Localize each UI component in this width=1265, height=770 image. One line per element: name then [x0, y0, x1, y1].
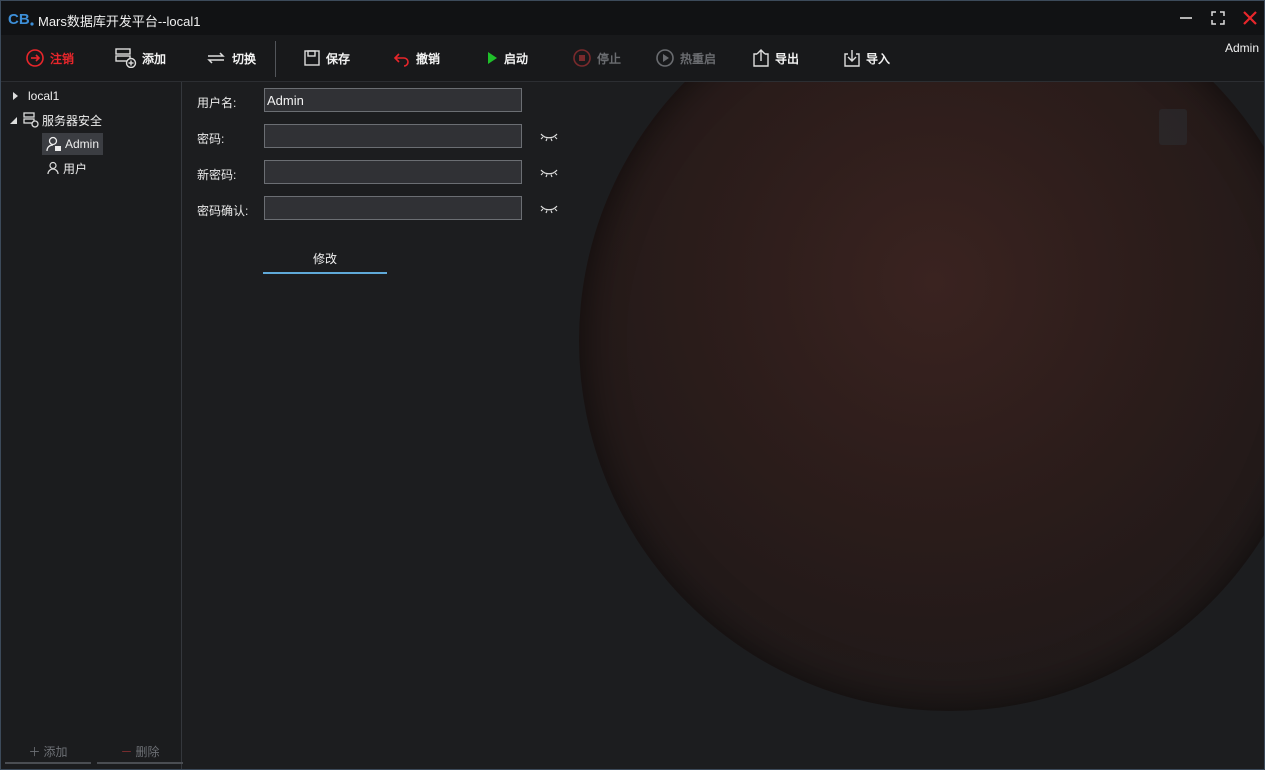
- desktop-ghost-icon: [1159, 109, 1187, 145]
- window-title: Mars数据库开发平台--local1: [38, 14, 201, 29]
- hot-restart-label: 热重启: [680, 51, 717, 66]
- export-button[interactable]: 导出: [752, 47, 799, 69]
- tree-add-label: 添加: [43, 744, 68, 759]
- tree-delete-button[interactable]: － 删除: [97, 740, 183, 764]
- modify-button[interactable]: 修改: [263, 244, 387, 274]
- user-icon: [47, 161, 59, 175]
- tree-group-server-security[interactable]: 服务器安全: [9, 109, 102, 131]
- svg-text:CB: CB: [8, 11, 30, 27]
- start-button[interactable]: 启动: [485, 47, 528, 69]
- save-icon: [304, 50, 320, 66]
- expand-arrow-icon: [13, 92, 18, 100]
- app-logo-icon: CB: [8, 11, 34, 27]
- revoke-button[interactable]: 撤销: [393, 47, 440, 69]
- stop-icon: [573, 49, 591, 67]
- admin-user-icon: [46, 136, 61, 152]
- username-input[interactable]: [264, 88, 522, 112]
- logout-button[interactable]: 注销: [25, 47, 74, 69]
- password-input[interactable]: [264, 124, 522, 148]
- add-button[interactable]: 添加: [115, 47, 166, 69]
- logout-label: 注销: [50, 51, 75, 66]
- tree-item-admin[interactable]: Admin: [42, 133, 104, 155]
- modify-label: 修改: [312, 251, 337, 266]
- switch-label: 切换: [232, 51, 257, 66]
- maximize-icon[interactable]: [1209, 9, 1227, 27]
- hide-confirm-password-icon[interactable]: [539, 202, 559, 216]
- server-security-icon: [23, 112, 39, 128]
- close-icon[interactable]: [1241, 9, 1259, 27]
- revoke-label: 撤销: [416, 51, 441, 66]
- start-label: 启动: [504, 51, 529, 66]
- new-password-label: 新密码:: [197, 168, 237, 182]
- app-window: CB Mars数据库开发平台--local1 注销 添加 切换 保存 撤销 启动…: [0, 0, 1265, 770]
- current-user-label: Admin: [1224, 41, 1259, 55]
- undo-icon: [393, 53, 409, 67]
- tree-root-label: local1: [28, 89, 60, 103]
- import-icon: [844, 50, 860, 67]
- tree-item-user-label: 用户: [63, 161, 88, 176]
- tree-item-user[interactable]: 用户: [46, 157, 87, 179]
- title-bar: CB Mars数据库开发平台--local1: [1, 1, 1264, 35]
- server-tree: local1 服务器安全 Admin 用户 ＋ 添加 － 删除: [1, 82, 183, 769]
- logout-icon: [26, 49, 44, 67]
- save-button[interactable]: 保存: [303, 47, 350, 69]
- switch-icon: [207, 52, 225, 64]
- play-icon: [488, 52, 497, 64]
- hot-restart-button[interactable]: 热重启: [655, 47, 716, 69]
- new-password-input[interactable]: [264, 160, 522, 184]
- confirm-password-input[interactable]: [264, 196, 522, 220]
- minimize-icon[interactable]: [1177, 9, 1195, 27]
- switch-button[interactable]: 切换: [205, 47, 256, 69]
- username-label: 用户名:: [197, 96, 237, 110]
- toolbar-divider: [275, 41, 276, 77]
- toolbar: 注销 添加 切换 保存 撤销 启动 停止 热重启 导出 导入 Admin: [1, 35, 1264, 82]
- save-label: 保存: [326, 51, 351, 66]
- plus-icon: ＋: [28, 744, 41, 759]
- import-button[interactable]: 导入: [843, 47, 890, 69]
- export-icon: [753, 49, 769, 67]
- confirm-password-label: 密码确认:: [197, 204, 249, 218]
- stop-label: 停止: [597, 51, 622, 66]
- import-label: 导入: [866, 51, 891, 66]
- tree-group-label: 服务器安全: [42, 113, 103, 128]
- restart-icon: [656, 49, 674, 67]
- add-label: 添加: [142, 51, 167, 66]
- tree-item-admin-label: Admin: [65, 137, 100, 151]
- stop-button[interactable]: 停止: [572, 47, 621, 69]
- password-label: 密码:: [197, 132, 225, 146]
- server-add-icon: [115, 48, 137, 68]
- minus-icon: －: [120, 744, 133, 759]
- tree-root-local1[interactable]: local1: [11, 85, 59, 107]
- collapse-arrow-icon: [10, 117, 17, 124]
- hide-password-icon[interactable]: [539, 130, 559, 144]
- tree-add-button[interactable]: ＋ 添加: [5, 740, 91, 764]
- hide-new-password-icon[interactable]: [539, 166, 559, 180]
- tree-delete-label: 删除: [135, 744, 160, 759]
- export-label: 导出: [775, 51, 800, 66]
- background-planet: [579, 1, 1264, 711]
